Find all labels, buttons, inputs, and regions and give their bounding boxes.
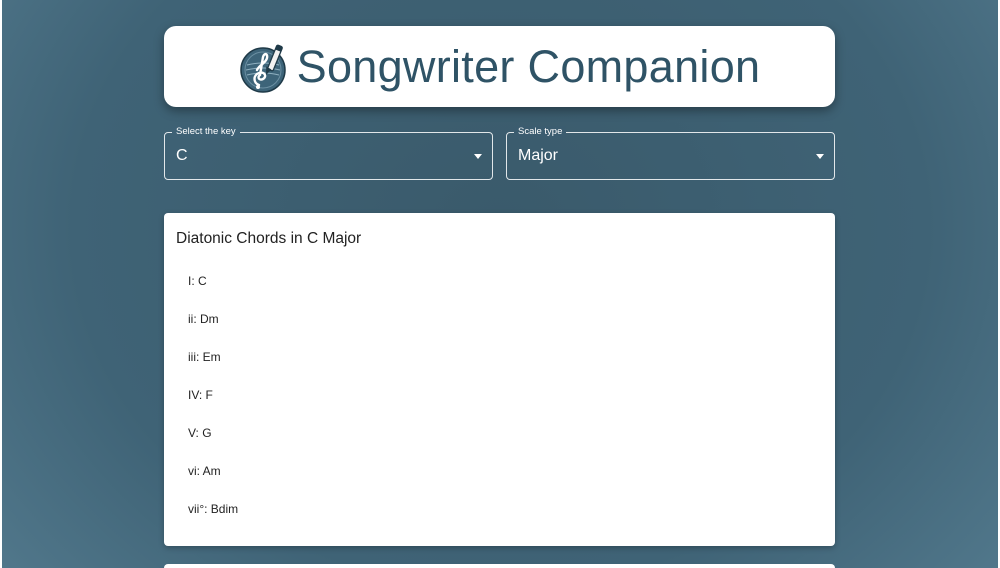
chord-item-ii: ii: Dm bbox=[188, 312, 219, 326]
next-card-partial bbox=[164, 564, 835, 568]
chord-item-v: V: G bbox=[188, 426, 212, 440]
chord-item-iii: iii: Em bbox=[188, 350, 221, 364]
scale-type-value: Major bbox=[518, 147, 559, 164]
chord-item-vi: vi: Am bbox=[188, 464, 221, 478]
scale-type-select[interactable]: Scale type Major bbox=[506, 126, 835, 180]
chord-item-iv: IV: F bbox=[188, 388, 213, 402]
chord-item-i: I: C bbox=[188, 274, 207, 288]
app-title: Songwriter Companion bbox=[296, 40, 761, 92]
diatonic-chords-card: Diatonic Chords in C Major I: C ii: Dm i… bbox=[164, 213, 835, 546]
key-select-label: Select the key bbox=[172, 126, 240, 138]
key-select-value: C bbox=[176, 147, 188, 164]
app-header: Songwriter Companion bbox=[164, 26, 835, 107]
chevron-down-icon[interactable] bbox=[474, 154, 482, 159]
chord-list: I: C ii: Dm iii: Em IV: F V: G vi: Am vi… bbox=[188, 273, 238, 539]
chord-item-vii: vii°: Bdim bbox=[188, 502, 239, 516]
scale-type-label: Scale type bbox=[514, 126, 567, 138]
chords-title: Diatonic Chords in C Major bbox=[176, 230, 362, 247]
key-select[interactable]: Select the key C bbox=[164, 126, 493, 180]
chevron-down-icon[interactable] bbox=[816, 154, 824, 159]
treble-clef-pen-icon bbox=[239, 44, 286, 93]
